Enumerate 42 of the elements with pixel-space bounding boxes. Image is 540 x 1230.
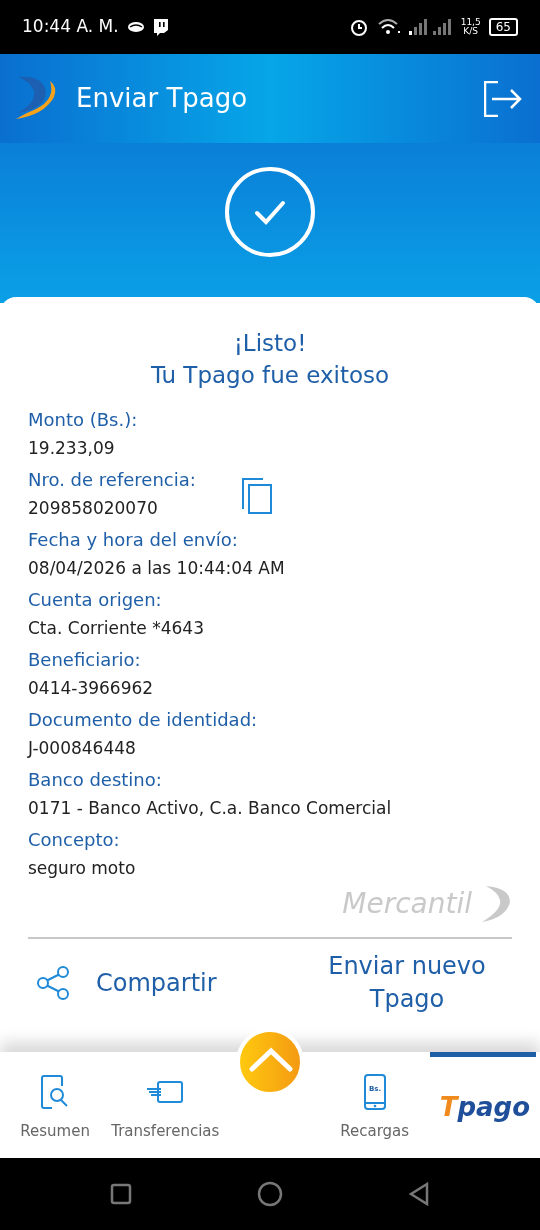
chat-icon [152, 18, 169, 36]
field-value: J-000846448 [28, 737, 137, 760]
signal-icon [408, 19, 453, 35]
nav-tab[interactable]: Resumen [0, 1052, 111, 1158]
field-value: 0414-3966962 [28, 677, 154, 700]
field-label: Beneficiario: [28, 648, 142, 672]
success-check-icon [224, 166, 316, 258]
copy-icon[interactable] [240, 477, 273, 515]
new-transfer-button[interactable]: Enviar nuevo Tpago [302, 950, 512, 1016]
share-icon[interactable] [36, 965, 72, 1001]
field-label: Cuenta origen: [28, 588, 163, 612]
eye-icon [126, 21, 145, 33]
network-speed: 11,5 [460, 18, 481, 27]
success-title: ¡Listo! [232, 329, 308, 358]
chevron-up-icon [246, 1045, 296, 1075]
field-value: seguro moto [28, 857, 136, 880]
field-label: Documento de identidad: [28, 708, 258, 732]
field-label: Monto (Bs.): [28, 408, 138, 432]
field-value: 0171 - Banco Activo, C.a. Banco Comercial [28, 797, 392, 820]
battery-indicator: 65 [488, 18, 518, 36]
home-icon[interactable] [257, 1181, 283, 1207]
recent-apps-icon[interactable] [110, 1183, 133, 1205]
field-label: Banco destino: [28, 768, 163, 792]
share-button[interactable]: Compartir [96, 965, 217, 1001]
nav-tab[interactable]: Transferencias [110, 1052, 221, 1158]
screen-title: Enviar Tpago [76, 82, 248, 115]
nav-tab[interactable]: Tpago [429, 1052, 540, 1158]
speed-unit: K/S [463, 27, 478, 36]
alarm-icon [348, 17, 369, 37]
success-message: Tu Tpago fue exitoso [149, 361, 391, 390]
field-label: Concepto: [28, 828, 121, 852]
field-value: 19.233,09 [28, 437, 116, 460]
back-icon[interactable] [407, 1182, 430, 1206]
status-time: 10:44 A. M. [22, 15, 119, 39]
field-value: 08/04/2026 a las 10:44:04 AM [28, 557, 285, 580]
field-value: Cta. Corriente *4643 [28, 617, 204, 640]
wifi-icon [376, 18, 401, 36]
field-value: 209858020070 [28, 497, 159, 520]
logout-icon[interactable] [484, 80, 522, 117]
field-label: Fecha y hora del envío: [28, 528, 239, 552]
transfer-card-icon [146, 1080, 185, 1104]
field-label: Nro. de referencia: [28, 468, 196, 492]
